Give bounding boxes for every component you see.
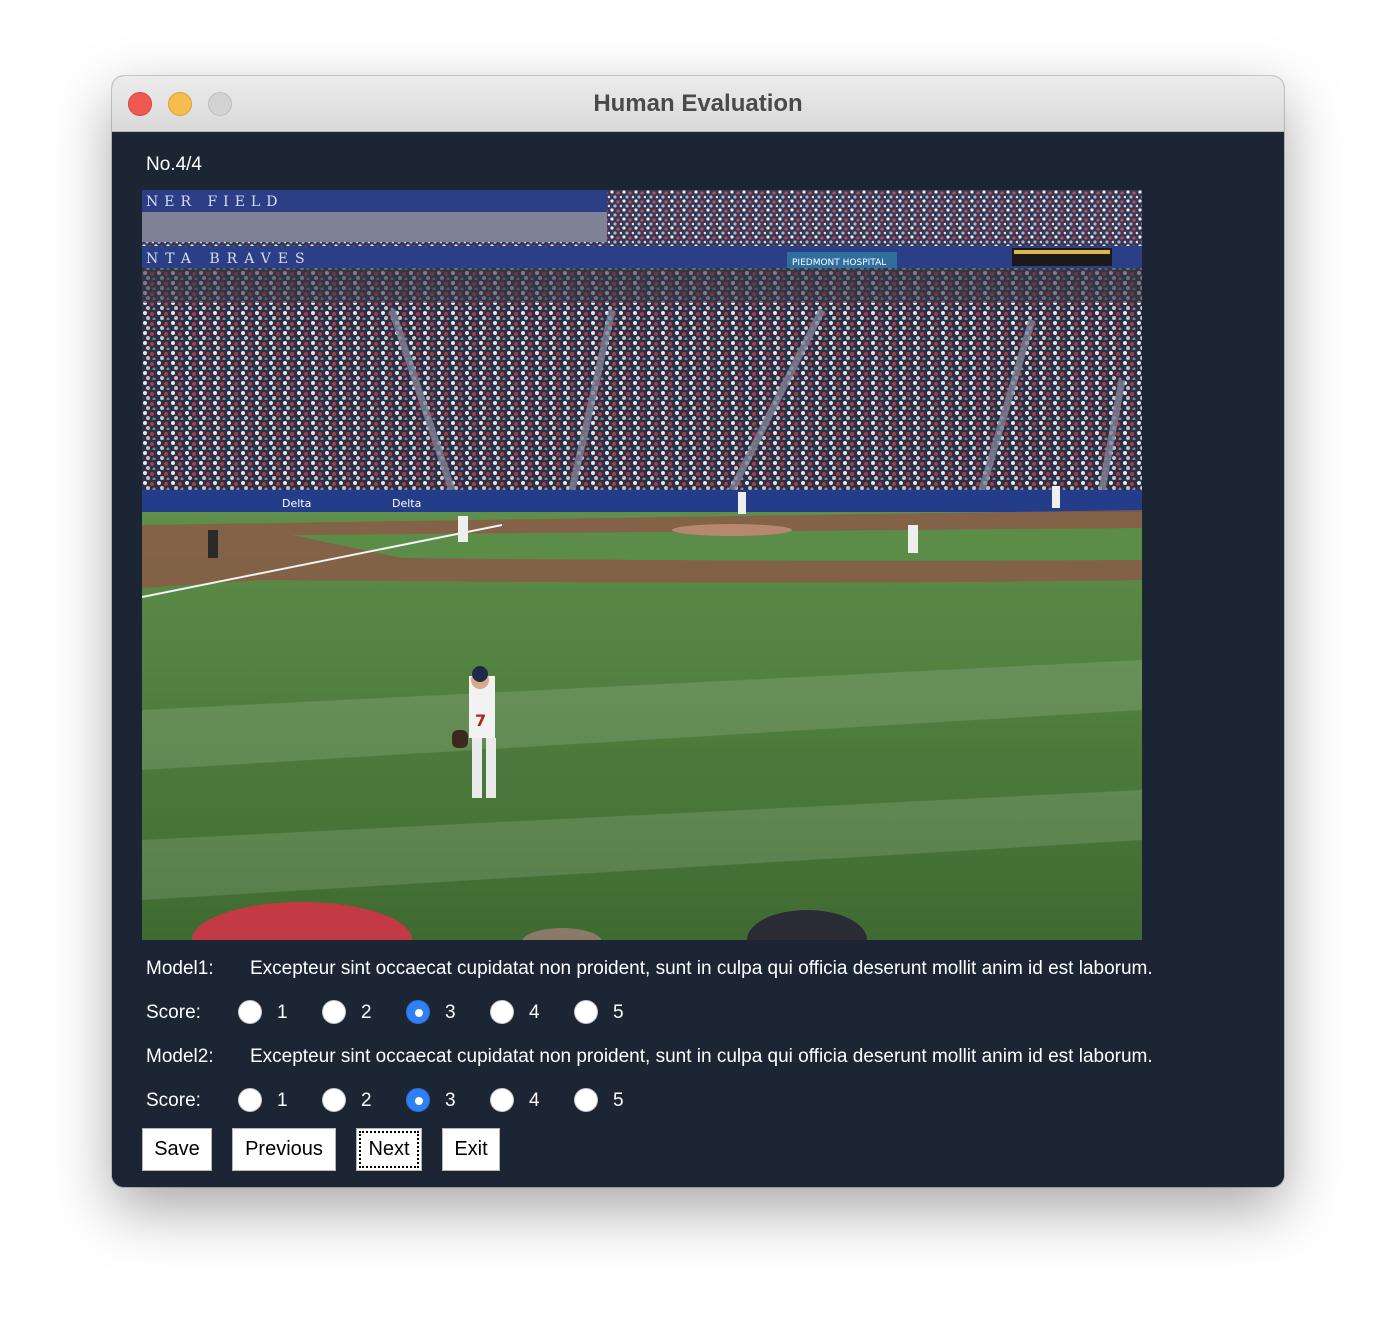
model1-score-radio-4[interactable] (490, 1000, 514, 1024)
model1-label: Model1: (146, 958, 214, 979)
banner-mid-text: NTA BRAVES (146, 251, 312, 267)
model1-score-radio-5[interactable] (574, 1000, 598, 1024)
model2-score-label: Score: (146, 1090, 201, 1111)
title-bar[interactable]: Human Evaluation (112, 76, 1284, 132)
model1-score-radio-3[interactable] (406, 1000, 430, 1024)
model2-label: Model2: (146, 1046, 214, 1067)
item-counter: No.4/4 (146, 154, 202, 175)
model2-score-radio-2[interactable] (322, 1088, 346, 1112)
model2-score-radio-3[interactable] (406, 1088, 430, 1112)
model2-score-radio-1[interactable] (238, 1088, 262, 1112)
evaluation-image: NER FIELD NTA BRAVES PIEDMONT HOSPITAL D… (142, 190, 1142, 940)
jersey-number: 7 (475, 711, 486, 730)
model1-score-option-5: 5 (613, 1002, 624, 1023)
model1-caption: Excepteur sint occaecat cupidatat non pr… (250, 958, 1153, 979)
model2-score-radio-5[interactable] (574, 1088, 598, 1112)
model2-score-option-3: 3 (445, 1090, 456, 1111)
exit-button[interactable]: Exit (442, 1128, 500, 1171)
model1-score-option-1: 1 (277, 1002, 288, 1023)
model2-caption: Excepteur sint occaecat cupidatat non pr… (250, 1046, 1153, 1067)
model1-score-label: Score: (146, 1002, 201, 1023)
next-button[interactable]: Next (356, 1128, 422, 1171)
app-window: Human Evaluation No.4/4 NER FIELD NTA BR… (112, 76, 1284, 1187)
model1-score-option-2: 2 (361, 1002, 372, 1023)
main-content: No.4/4 NER FIELD NTA BRAVES PIEDMONT HOS… (112, 132, 1284, 1187)
model1-score-radio-2[interactable] (322, 1000, 346, 1024)
sponsor-right-text: Delta (392, 497, 421, 510)
sponsor-left-text: Delta (282, 497, 311, 510)
model1-score-option-3: 3 (445, 1002, 456, 1023)
model2-score-option-5: 5 (613, 1090, 624, 1111)
model1-score-radio-1[interactable] (238, 1000, 262, 1024)
model2-score-option-1: 1 (277, 1090, 288, 1111)
previous-button[interactable]: Previous (232, 1128, 336, 1171)
window-title: Human Evaluation (593, 90, 803, 117)
scoreboard-ad-text: PIEDMONT HOSPITAL (792, 258, 886, 268)
banner-top-text: NER FIELD (146, 194, 283, 210)
save-button[interactable]: Save (142, 1128, 212, 1171)
model2-score-option-2: 2 (361, 1090, 372, 1111)
model1-score-option-4: 4 (529, 1002, 540, 1023)
model2-score-radio-4[interactable] (490, 1088, 514, 1112)
model2-score-option-4: 4 (529, 1090, 540, 1111)
